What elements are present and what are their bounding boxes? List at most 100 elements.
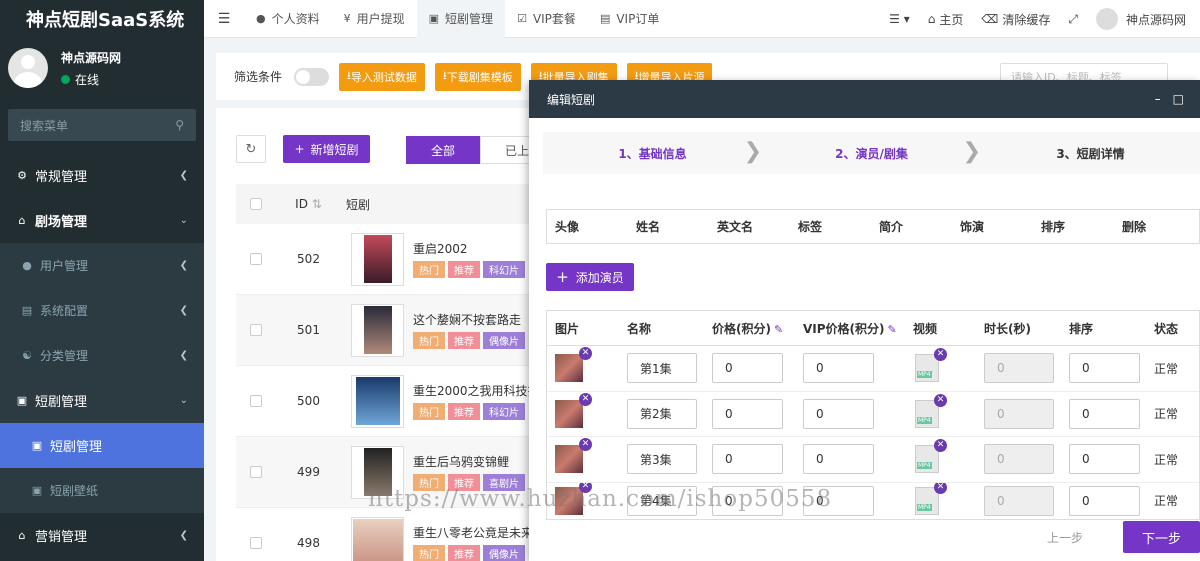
minimize-icon[interactable]: –: [1155, 92, 1173, 106]
refresh-icon[interactable]: ↻: [236, 135, 266, 163]
tab-profile[interactable]: ● 个人资料: [244, 0, 332, 38]
episode-name-input[interactable]: 第2集: [627, 398, 697, 429]
select-all-checkbox[interactable]: [250, 198, 262, 210]
sidebar-item-general[interactable]: ⚙ 常规管理 ❮: [0, 153, 204, 198]
row-checkbox[interactable]: [250, 324, 262, 336]
remove-video-icon[interactable]: ✕: [934, 482, 947, 494]
download-template-button[interactable]: ⭳ 下载剧集模板: [434, 62, 521, 91]
remove-image-icon[interactable]: ✕: [579, 347, 592, 361]
video-file-icon[interactable]: ✕: [915, 439, 947, 474]
row-checkbox[interactable]: [250, 537, 262, 549]
step-actors-episodes[interactable]: 2、演员/剧集 ❯: [762, 139, 981, 164]
episodes-table-header: 图片 名称 价格(积分) ✎ VIP价格(积分) ✎ 视频 时长(秒) 排序 状态: [547, 311, 1199, 346]
edit-icon[interactable]: ✎: [888, 323, 897, 336]
row-id: 500: [297, 394, 320, 408]
maximize-icon[interactable]: □: [1173, 92, 1196, 106]
bag-icon: ▣: [428, 12, 440, 25]
video-file-icon[interactable]: ✕: [915, 348, 947, 383]
clear-cache-button[interactable]: ⌫ 清除缓存: [972, 11, 1059, 28]
episode-thumbnail[interactable]: ✕: [555, 347, 592, 383]
column-sort: 排序: [1041, 220, 1066, 234]
column-image: 图片: [555, 321, 580, 336]
chevron-down-icon: ⌄: [179, 215, 188, 226]
price-input[interactable]: 0: [712, 398, 783, 429]
brand-title[interactable]: 神点短剧SaaS系统: [0, 0, 204, 38]
sidebar-item-theater[interactable]: ⌂ 剧场管理 ⌄: [0, 198, 204, 243]
prev-step-button[interactable]: 上一步: [1047, 529, 1083, 546]
search-icon[interactable]: ⚲: [175, 118, 184, 132]
remove-video-icon[interactable]: ✕: [934, 348, 947, 362]
row-checkbox[interactable]: [250, 395, 262, 407]
sort-input[interactable]: 0: [1069, 398, 1140, 429]
user-icon: ●: [256, 12, 266, 25]
duration-input[interactable]: 0: [984, 353, 1054, 384]
remove-image-icon[interactable]: ✕: [579, 392, 592, 406]
row-id: 501: [297, 323, 320, 337]
tab-drama[interactable]: ▣ 短剧管理: [416, 0, 506, 38]
drama-title: 重生2000之我用科技拯: [413, 384, 540, 398]
segment-all[interactable]: 全部: [406, 136, 481, 164]
price-input[interactable]: 0: [712, 353, 783, 384]
duration-input[interactable]: 0: [984, 398, 1054, 429]
sort-input[interactable]: 0: [1069, 485, 1140, 516]
add-drama-button[interactable]: + 新增短剧: [283, 135, 370, 163]
remove-video-icon[interactable]: ✕: [934, 393, 947, 407]
sidebar-item-wallpaper[interactable]: ▣ 短剧壁纸: [0, 468, 204, 513]
episode-thumbnail[interactable]: ✕: [555, 392, 592, 428]
sort-input[interactable]: 0: [1069, 444, 1140, 475]
sidebar-item-marketing[interactable]: ⌂ 营销管理 ❮: [0, 513, 204, 558]
remove-video-icon[interactable]: ✕: [934, 439, 947, 453]
step-basic-info[interactable]: 1、基础信息 ❯: [543, 139, 762, 164]
episode-row: ✕ 第1集 0 0 ✕ 0 0 正常: [547, 346, 1199, 392]
add-actor-button[interactable]: + 添加演员: [546, 263, 634, 291]
list-dropdown-icon[interactable]: ☰ ▾: [880, 12, 919, 26]
episode-thumbnail[interactable]: ✕: [555, 438, 592, 474]
tag-hot: 热门: [413, 403, 445, 420]
chevron-left-icon: ❮: [179, 350, 188, 361]
chevron-right-icon: ❯: [962, 138, 981, 164]
column-delete: 删除: [1122, 220, 1147, 234]
video-file-icon[interactable]: ✕: [915, 482, 947, 515]
episode-name-input[interactable]: 第1集: [627, 353, 697, 384]
menu-toggle-icon[interactable]: ☰: [204, 11, 244, 27]
account-menu[interactable]: 神点源码网: [1087, 8, 1200, 30]
tab-vip-plans[interactable]: ☑ VIP套餐: [505, 0, 588, 38]
duration-input[interactable]: 0: [984, 485, 1054, 516]
step-details[interactable]: 3、短剧详情: [981, 145, 1200, 162]
row-checkbox[interactable]: [250, 466, 262, 478]
vip-price-input[interactable]: 0: [803, 353, 874, 384]
chevron-left-icon: ❮: [179, 260, 188, 271]
import-test-data-button[interactable]: ⭳ 导入测试数据: [339, 62, 425, 91]
fullscreen-icon[interactable]: ⤢: [1059, 12, 1087, 27]
tab-vip-orders[interactable]: ▤ VIP订单: [588, 0, 671, 38]
drama-poster: [351, 516, 404, 561]
column-id[interactable]: ID ⇅: [276, 197, 341, 211]
tag-recommend: 推荐: [448, 545, 480, 561]
file-icon: ▤: [21, 304, 33, 317]
vip-price-input[interactable]: 0: [803, 444, 874, 475]
sidebar-item-category[interactable]: ☯ 分类管理 ❮: [0, 333, 204, 378]
price-input[interactable]: 0: [712, 444, 783, 475]
edit-icon[interactable]: ✎: [774, 323, 783, 336]
drama-poster: [351, 303, 404, 357]
vip-price-input[interactable]: 0: [803, 398, 874, 429]
episode-name-input[interactable]: 第3集: [627, 444, 697, 475]
duration-input[interactable]: 0: [984, 444, 1054, 475]
tag-genre: 科幻片: [483, 261, 525, 278]
remove-image-icon[interactable]: ✕: [579, 438, 592, 452]
filter-toggle[interactable]: [294, 67, 330, 86]
next-step-button[interactable]: 下一步: [1123, 521, 1200, 553]
sitemap-icon: ☯: [22, 349, 32, 362]
sidebar-item-config[interactable]: ▤ 系统配置 ❮: [0, 288, 204, 333]
episode-status: 正常: [1154, 452, 1179, 467]
sort-input[interactable]: 0: [1069, 353, 1140, 384]
sidebar-item-users[interactable]: ● 用户管理 ❮: [0, 243, 204, 288]
sidebar-item-drama-group[interactable]: ▣ 短剧管理 ⌄: [0, 378, 204, 423]
sidebar-item-drama[interactable]: ▣ 短剧管理: [0, 423, 204, 468]
row-checkbox[interactable]: [250, 253, 262, 265]
sidebar-search-input[interactable]: 搜索菜单 ⚲: [8, 109, 196, 141]
home-link[interactable]: ⌂ 主页: [919, 11, 973, 28]
video-file-icon[interactable]: ✕: [915, 393, 947, 428]
tab-withdraw[interactable]: ¥ 用户提现: [332, 0, 417, 38]
sort-icon[interactable]: ⇅: [312, 197, 322, 211]
